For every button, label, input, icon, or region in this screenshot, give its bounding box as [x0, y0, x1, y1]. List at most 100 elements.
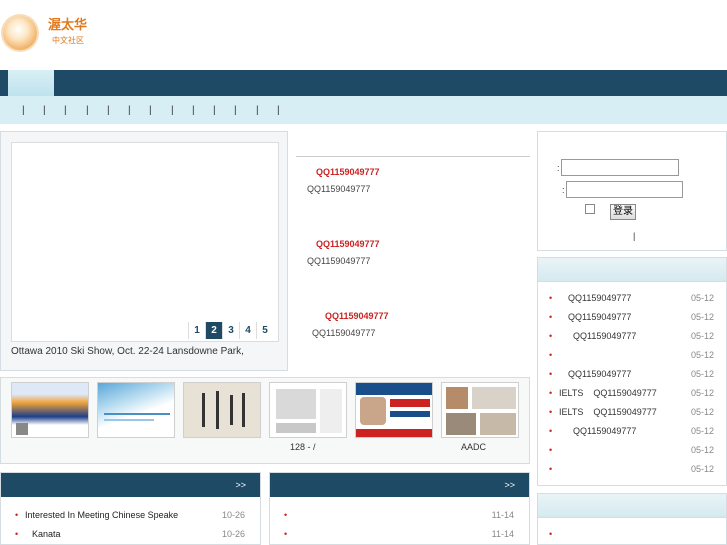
list-item[interactable]: • QQ1159049777 05-12 [538, 366, 726, 385]
list-item-text[interactable]: QQ1159049777 [568, 312, 631, 322]
slideshow-caption[interactable]: Ottawa 2010 Ski Show, Oct. 22-24 Lansdow… [11, 346, 244, 357]
list-item-date: 05-12 [690, 388, 714, 398]
password-input[interactable] [566, 181, 683, 198]
list-item[interactable]: • QQ1159049777 05-12 [538, 309, 726, 328]
list-item-text[interactable]: QQ1159049777 [568, 293, 631, 303]
list-item-date: 05-12 [690, 464, 714, 474]
news-title[interactable]: QQ1159049777 [325, 311, 389, 321]
subnav-separator: | [277, 105, 280, 116]
news-summary: QQ1159049777 [307, 256, 371, 266]
logo-subtitle: 中文社区 [52, 36, 84, 45]
list-item-date: 05-12 [690, 426, 714, 436]
list-item-text[interactable]: QQ1159049777 [573, 331, 636, 341]
pager-page-4[interactable]: 4 [239, 322, 256, 339]
bottom-left-header: >> [1, 473, 260, 497]
logo-icon[interactable] [3, 16, 37, 50]
ad-thumbnail[interactable] [97, 382, 175, 438]
list-item-text[interactable]: QQ1159049777 [573, 426, 636, 436]
remember-me-checkbox[interactable] [585, 204, 595, 214]
list-item[interactable]: • 11-14 [270, 527, 529, 545]
subnav-separator: | [256, 105, 259, 116]
bullet-icon: • [549, 388, 553, 398]
slideshow-pager: 1 2 3 4 5 [188, 322, 273, 339]
ad-thumbnails: 128 - / AADC [0, 377, 530, 464]
list-item[interactable]: • 11-14 [270, 508, 529, 526]
thumbnail-caption[interactable]: 128 - / [290, 442, 316, 452]
bullet-icon: • [549, 529, 553, 539]
bullet-icon: • [15, 529, 19, 539]
thumbnail-caption[interactable]: AADC [461, 442, 486, 452]
list-item-text[interactable]: Interested In Meeting Chinese Speake [25, 510, 178, 520]
bullet-icon: • [549, 331, 553, 341]
subnav-separator: | [149, 105, 152, 116]
bullet-icon: • [549, 464, 553, 474]
bullet-icon: • [549, 407, 553, 417]
list-item-date: 05-12 [690, 369, 714, 379]
pager-page-5[interactable]: 5 [256, 322, 273, 339]
list-item[interactable]: • QQ1159049777 05-12 [538, 328, 726, 347]
list-item[interactable]: • 05-12 [538, 442, 726, 461]
list-item-text[interactable]: Kanata [32, 529, 61, 539]
list-item[interactable]: • IELTS QQ1159049777 05-12 [538, 385, 726, 404]
list-item[interactable]: • QQ1159049777 05-12 [538, 290, 726, 309]
ad-thumbnail[interactable] [183, 382, 261, 438]
news-title[interactable]: QQ1159049777 [316, 239, 380, 249]
username-input[interactable] [561, 159, 679, 176]
right-news-header [538, 258, 726, 282]
username-label: : [557, 163, 560, 173]
login-links-separator: | [633, 231, 636, 241]
news-divider [296, 156, 530, 157]
list-item-date: 11-14 [491, 529, 514, 539]
bullet-icon: • [284, 510, 288, 520]
list-item[interactable]: • IELTS QQ1159049777 05-12 [538, 404, 726, 423]
site-header: 渥太华 中文社区 [0, 0, 727, 70]
subnav-separator: | [213, 105, 216, 116]
list-item-text[interactable]: IELTS QQ1159049777 [559, 388, 657, 398]
more-link[interactable]: >> [504, 480, 515, 490]
bottom-middle-header: >> [270, 473, 529, 497]
bullet-icon: • [549, 445, 553, 455]
slideshow-image[interactable] [11, 142, 279, 342]
right-bottom-panel: • [537, 493, 727, 545]
pager-page-2[interactable]: 2 [205, 322, 222, 339]
subnav-separator: | [171, 105, 174, 116]
logo-title[interactable]: 渥太华 [48, 14, 87, 33]
list-item-date: 10-26 [221, 510, 245, 520]
sub-nav: | | | | | | | | | | | | | [0, 96, 727, 124]
pager-page-3[interactable]: 3 [222, 322, 239, 339]
list-item-date: 11-14 [491, 510, 514, 520]
list-item[interactable]: • Interested In Meeting Chinese Speake 1… [1, 508, 260, 526]
password-label: : [562, 185, 565, 195]
ad-thumbnail[interactable] [355, 382, 433, 438]
bullet-icon: • [549, 293, 553, 303]
bullet-icon: • [549, 369, 553, 379]
list-item[interactable]: • QQ1159049777 05-12 [538, 423, 726, 442]
list-item[interactable]: • 05-12 [538, 347, 726, 366]
list-item-date: 05-12 [690, 293, 714, 303]
subnav-separator: | [86, 105, 89, 116]
list-item[interactable]: • Kanata 10-26 [1, 527, 260, 545]
subnav-separator: | [192, 105, 195, 116]
list-item[interactable]: • 05-12 [538, 461, 726, 480]
subnav-separator: | [107, 105, 110, 116]
nav-tab-home[interactable] [8, 70, 54, 96]
list-item-text[interactable]: QQ1159049777 [568, 369, 631, 379]
subnav-separator: | [128, 105, 131, 116]
list-item-date: 05-12 [690, 312, 714, 322]
news-summary: QQ1159049777 [312, 328, 376, 338]
login-panel: : : 登录 | [537, 131, 727, 251]
ad-thumbnail[interactable] [269, 382, 347, 438]
ad-thumbnail[interactable] [441, 382, 519, 438]
more-link[interactable]: >> [235, 480, 246, 490]
pager-page-1[interactable]: 1 [188, 322, 205, 339]
bullet-icon: • [284, 529, 288, 539]
ad-thumbnail[interactable] [11, 382, 89, 438]
right-bottom-header [538, 494, 726, 518]
list-item-text[interactable]: IELTS QQ1159049777 [559, 407, 657, 417]
login-button[interactable]: 登录 [610, 204, 636, 220]
news-summary: QQ1159049777 [307, 184, 371, 194]
bullet-icon: • [549, 426, 553, 436]
news-title[interactable]: QQ1159049777 [316, 167, 380, 177]
subnav-separator: | [64, 105, 67, 116]
subnav-separator: | [43, 105, 46, 116]
